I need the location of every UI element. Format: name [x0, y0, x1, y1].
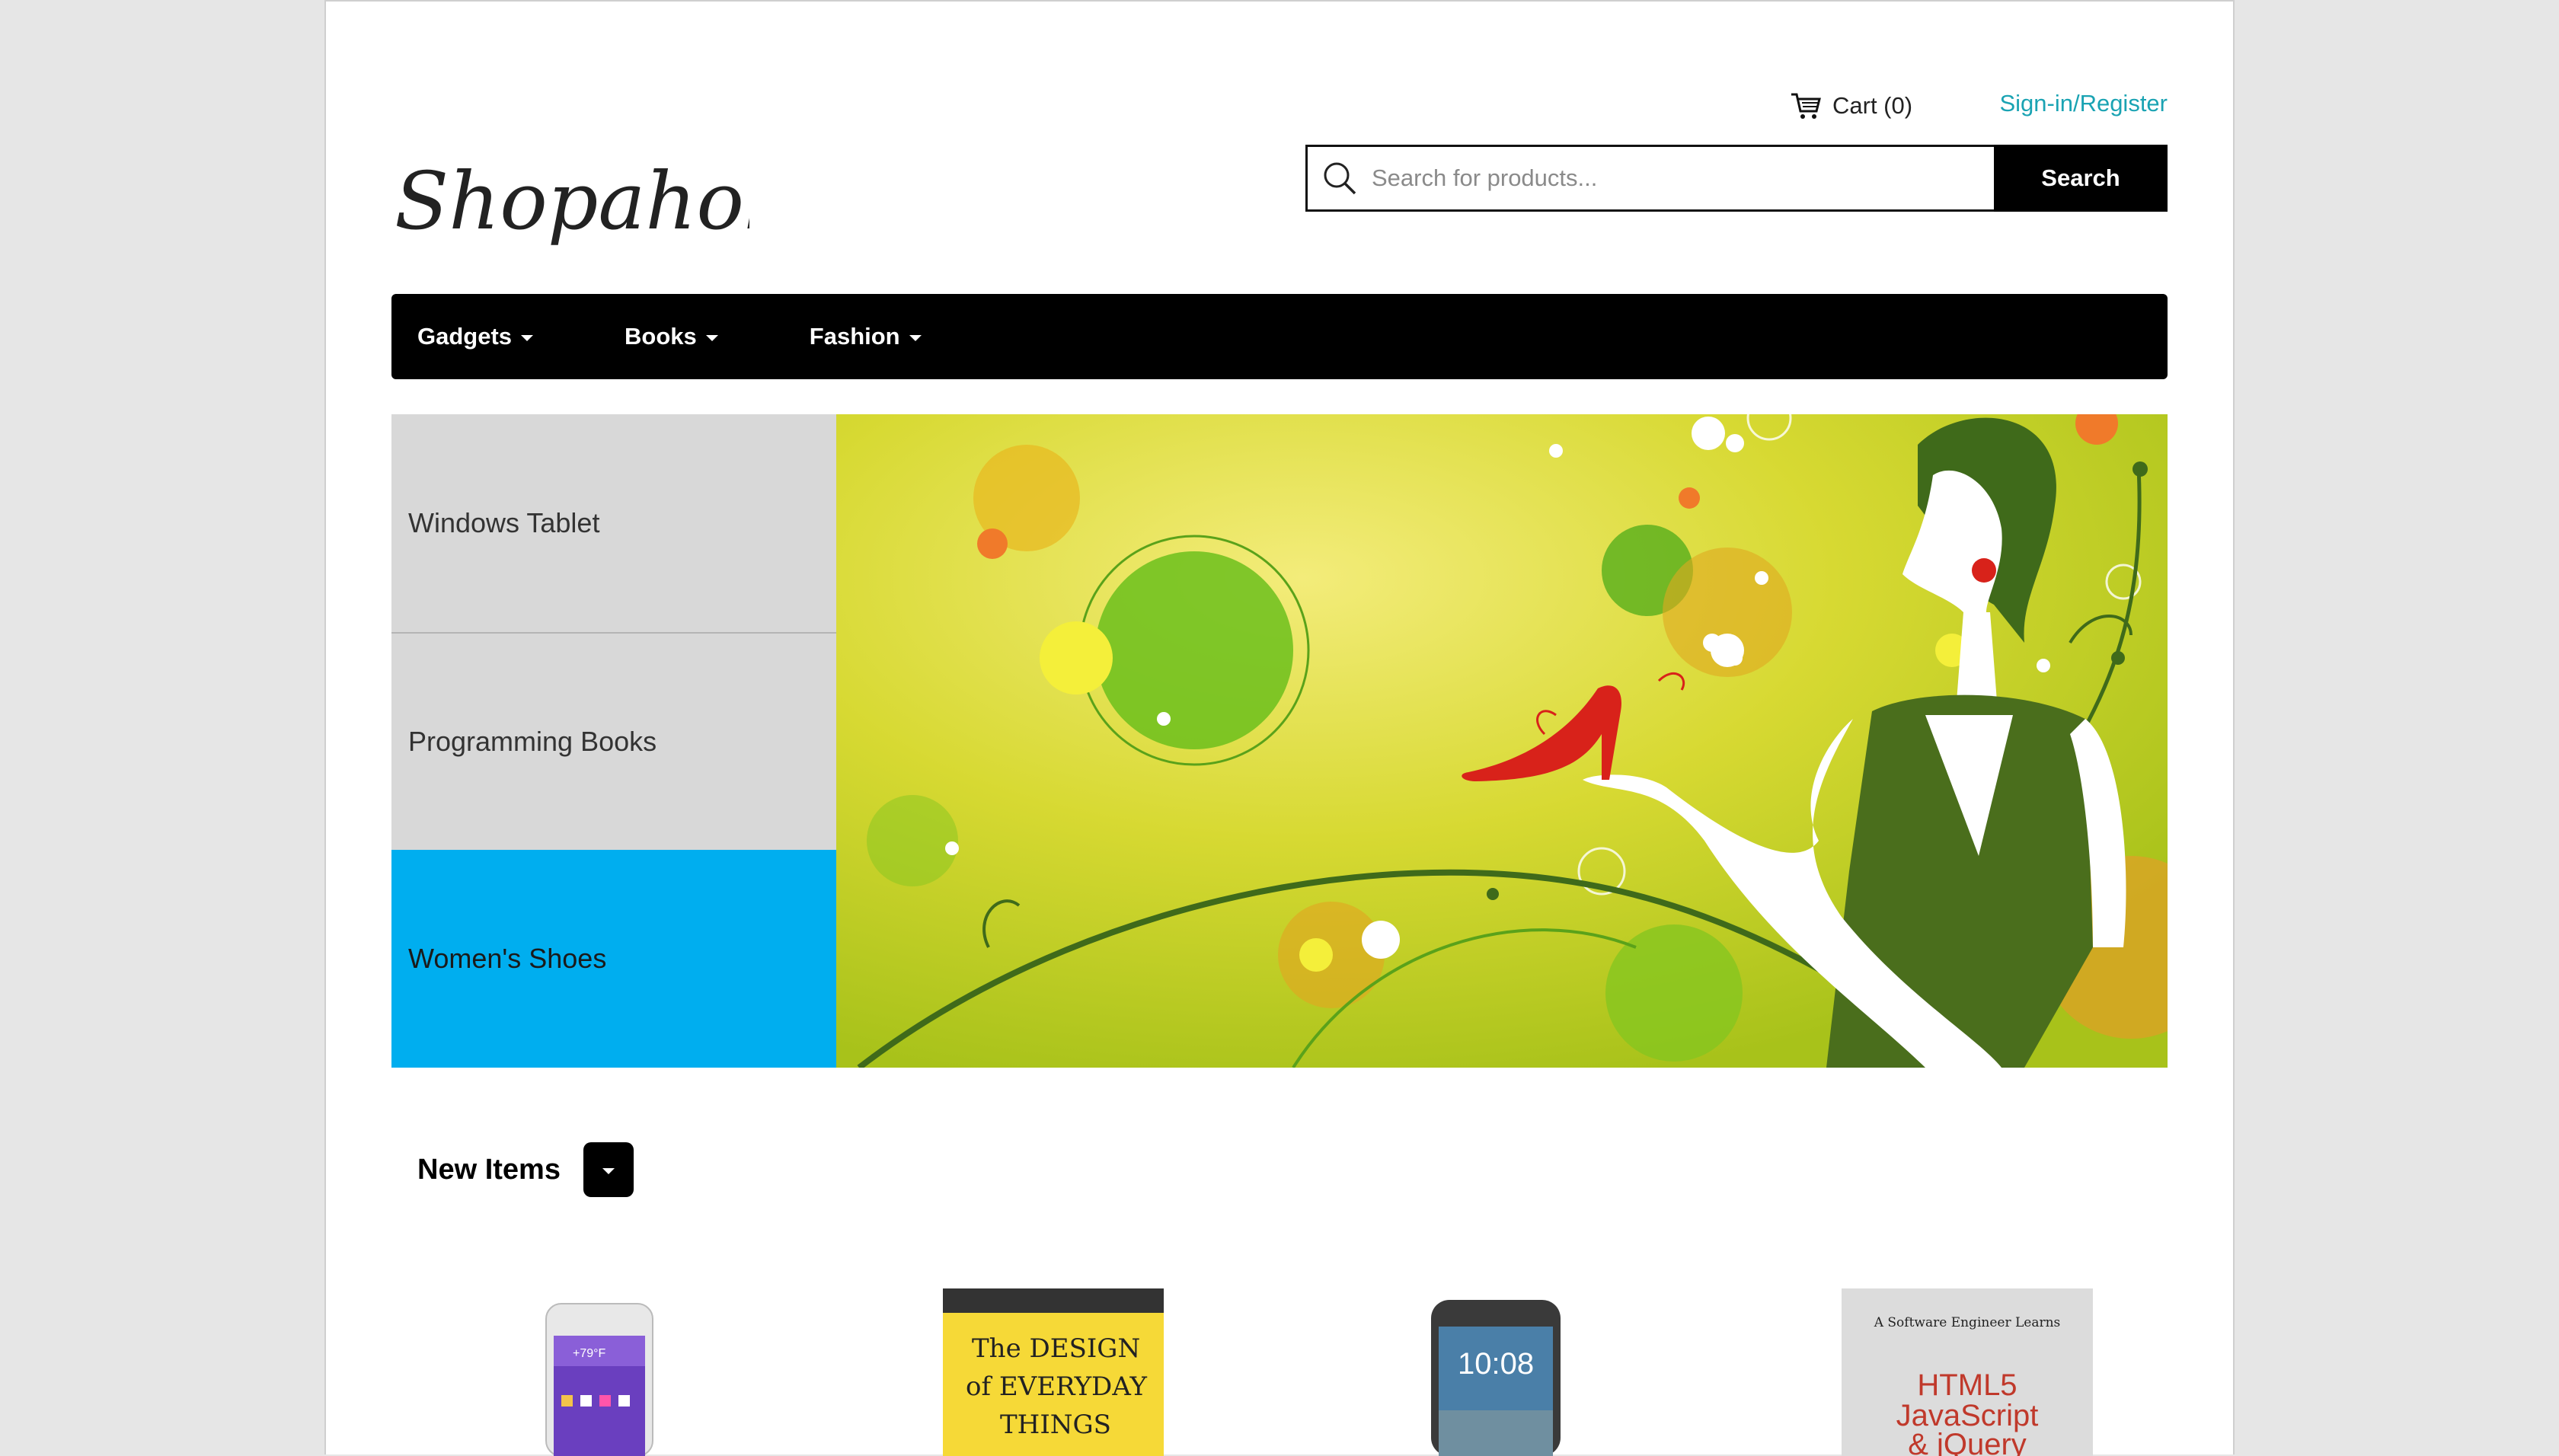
new-items-title: New Items — [417, 1153, 561, 1186]
nav-item-label: Gadgets — [417, 323, 513, 350]
signin-register-link[interactable]: Sign-in/Register — [1999, 90, 2168, 117]
svg-text:of EVERYDAY: of EVERYDAY — [966, 1371, 1147, 1402]
svg-text:Shopaholic: Shopaholic — [395, 155, 749, 247]
product-dark-phone-image[interactable]: 10:08 — [1427, 1288, 1564, 1456]
svg-text:+79°F: +79°F — [573, 1347, 606, 1360]
cart-link[interactable]: Cart (0) — [1790, 87, 1912, 125]
new-items-section-header: New Items — [417, 1142, 634, 1197]
search-field-wrapper — [1305, 145, 1994, 212]
search-input[interactable] — [1372, 164, 1950, 192]
caret-down-icon — [705, 335, 718, 341]
svg-text:A Software Engineer Learns: A Software Engineer Learns — [1874, 1315, 2061, 1330]
nav-item-fashion[interactable]: Fashion — [810, 323, 922, 350]
fashion-banner-image[interactable] — [836, 414, 2168, 1068]
carousel-item-programming-books[interactable]: Programming Books — [391, 632, 836, 850]
carousel-item-windows-tablet[interactable]: Windows Tablet — [391, 414, 836, 632]
product-html5-javascript-jquery-book-image[interactable]: A Software Engineer Learns HTML5 JavaScr… — [1842, 1288, 2093, 1456]
carousel-nav: Windows Tablet Programming Books Women's… — [391, 414, 836, 1068]
caret-down-icon — [521, 335, 534, 341]
svg-text:10:08: 10:08 — [1458, 1347, 1534, 1381]
caret-down-icon — [909, 335, 922, 341]
nav-item-label: Books — [625, 323, 697, 350]
nav-item-label: Fashion — [809, 323, 900, 350]
category-nav: Gadgets Books Fashion — [391, 294, 2168, 379]
product-design-everyday-things-book-image[interactable]: The DESIGN of EVERYDAY THINGS — [943, 1288, 1164, 1456]
hero-carousel: Windows Tablet Programming Books Women's… — [391, 414, 2168, 1068]
search-button[interactable]: Search — [1994, 145, 2168, 212]
cart-label: Cart (0) — [1832, 92, 1913, 119]
page-container: Shopaholic Cart (0) Sign-in/Register Sea… — [324, 0, 2235, 1456]
search-icon — [1324, 162, 1356, 195]
svg-text:& jQuery: & jQuery — [1908, 1428, 2027, 1456]
caret-down-icon — [602, 1168, 615, 1174]
search-bar: Search — [1305, 145, 2168, 212]
nav-item-books[interactable]: Books — [625, 323, 718, 350]
shopaholic-logo[interactable]: Shopaholic — [391, 137, 749, 267]
nav-item-gadgets[interactable]: Gadgets — [417, 323, 534, 350]
shopping-cart-icon — [1791, 93, 1821, 119]
carousel-item-womens-shoes[interactable]: Women's Shoes — [391, 850, 836, 1068]
new-items-dropdown-button[interactable] — [583, 1142, 634, 1197]
product-white-phone-image[interactable]: +79°F — [542, 1288, 657, 1456]
svg-text:The DESIGN: The DESIGN — [972, 1333, 1140, 1364]
svg-text:HTML5: HTML5 — [1917, 1368, 2017, 1402]
svg-text:THINGS: THINGS — [1000, 1410, 1111, 1440]
